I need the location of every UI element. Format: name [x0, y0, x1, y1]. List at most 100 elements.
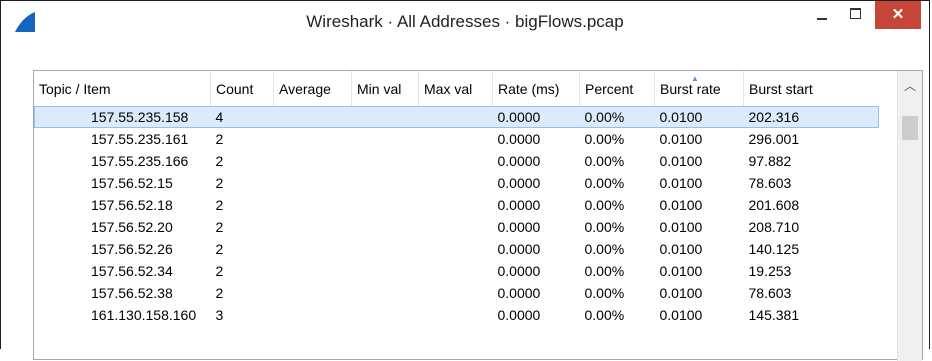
table-row[interactable]: 157.56.52.20 2 0.0000 0.00% 0.0100 208.710 [34, 216, 879, 238]
cell-burst-start: 145.381 [748, 307, 800, 323]
cell-min [351, 106, 419, 128]
cell-burst-rate: 0.0100 [659, 153, 703, 169]
cell-count: 3 [215, 307, 224, 323]
cell-average [274, 304, 352, 326]
cell-burst-start: 78.603 [748, 175, 792, 191]
table-row[interactable]: 157.56.52.34 2 0.0000 0.00% 0.0100 19.253 [34, 260, 879, 282]
cell-burst-start: 140.125 [748, 241, 800, 257]
table-row[interactable]: 157.56.52.18 2 0.0000 0.00% 0.0100 201.608 [34, 194, 879, 216]
cell-burst-rate: 0.0100 [654, 106, 744, 128]
cell-max [419, 128, 493, 150]
cell-percent: 0.00% [584, 219, 625, 235]
column-header-percent[interactable]: Percent [579, 71, 655, 106]
column-header-rate[interactable]: Rate (ms) [492, 71, 580, 106]
table-row[interactable]: 161.130.158.160 3 0.0000 0.00% 0.0100 145.381 [34, 304, 879, 326]
column-header-count[interactable]: Count [210, 71, 274, 106]
table-row[interactable]: 157.55.235.166 2 0.0000 0.00% 0.0100 97.882 [34, 150, 879, 172]
cell-count: 2 [215, 241, 224, 257]
minimize-button[interactable] [807, 1, 837, 31]
cell-min [352, 260, 419, 282]
table-row[interactable]: 157.56.52.15 2 0.0000 0.00% 0.0100 78.603 [34, 172, 879, 194]
cell-average [274, 150, 352, 172]
column-header-burst-start[interactable]: Burst start [744, 71, 880, 106]
cell-burst-rate: 0.0100 [659, 263, 703, 279]
cell-count: 2 [215, 175, 224, 191]
cell-burst-start: 19.253 [748, 263, 792, 279]
cell-min [352, 282, 419, 304]
chevron-up-icon[interactable]: ︿ [898, 77, 922, 94]
stats-tree[interactable]: Topic / Item Count Average Min val Max v… [33, 70, 923, 361]
column-header-min-val[interactable]: Min val [351, 71, 419, 106]
cell-item: 157.56.52.18 [91, 197, 173, 213]
column-header-max-val[interactable]: Max val [418, 71, 493, 106]
cell-average [274, 194, 352, 216]
cell-item: 157.56.52.34 [91, 263, 173, 279]
cell-count: 4 [210, 106, 274, 128]
cell-min [352, 304, 419, 326]
column-header-topic[interactable]: Topic / Item [34, 71, 211, 106]
header-row: Topic / Item Count Average Min val Max v… [34, 71, 879, 106]
cell-burst-rate: 0.0100 [659, 241, 703, 257]
cell-average [274, 282, 352, 304]
cell-min [352, 238, 419, 260]
cell-percent: 0.00% [584, 131, 625, 147]
cell-percent: 0.00% [584, 175, 625, 191]
cell-rate: 0.0000 [497, 175, 541, 191]
cell-percent: 0.00% [579, 106, 655, 128]
cell-rate: 0.0000 [497, 241, 541, 257]
cell-max [419, 194, 493, 216]
cell-burst-start: 201.608 [748, 197, 800, 213]
scroll-thumb[interactable] [902, 116, 918, 140]
cell-max [419, 172, 493, 194]
cell-count: 2 [215, 197, 224, 213]
cell-count: 2 [215, 153, 224, 169]
vertical-scrollbar[interactable]: ︿ [897, 71, 922, 361]
title-bar[interactable]: Wireshark · All Addresses · bigFlows.pca… [1, 1, 929, 41]
window-title: Wireshark · All Addresses · bigFlows.pca… [306, 12, 624, 31]
cell-min [352, 128, 419, 150]
cell-item: 157.55.235.161 [91, 131, 189, 147]
cell-average [274, 238, 352, 260]
cell-max [419, 150, 493, 172]
cell-max [419, 260, 493, 282]
column-header-average[interactable]: Average [273, 71, 352, 106]
cell-percent: 0.00% [584, 241, 625, 257]
cell-count: 2 [215, 285, 224, 301]
cell-rate: 0.0000 [497, 263, 541, 279]
cell-max [419, 282, 493, 304]
maximize-button[interactable] [841, 1, 871, 31]
cell-rate: 0.0000 [497, 197, 541, 213]
cell-item: 157.56.52.15 [91, 175, 173, 191]
cell-count: 2 [215, 131, 224, 147]
cell-item: 157.56.52.38 [91, 285, 173, 301]
close-button[interactable]: ✕ [875, 1, 921, 29]
cell-rate: 0.0000 [497, 285, 541, 301]
cell-average [274, 172, 352, 194]
cell-burst-rate: 0.0100 [659, 219, 703, 235]
table-row[interactable]: 157.56.52.38 2 0.0000 0.00% 0.0100 78.603 [34, 282, 879, 304]
cell-burst-start: 296.001 [748, 131, 800, 147]
cell-burst-start: 78.603 [748, 285, 792, 301]
cell-max [419, 304, 493, 326]
cell-percent: 0.00% [584, 307, 625, 323]
cell-burst-start: 202.316 [743, 106, 879, 128]
cell-min [352, 194, 419, 216]
column-header-burst-rate[interactable]: ▲ Burst rate [654, 71, 744, 106]
cell-item: 157.55.235.166 [91, 153, 189, 169]
cell-item: 157.56.52.20 [91, 219, 173, 235]
table-row[interactable]: 157.55.235.158 4 0.0000 0.00% 0.0100 202.316 [34, 106, 879, 128]
cell-rate: 0.0000 [497, 307, 541, 323]
cell-percent: 0.00% [584, 153, 625, 169]
cell-max [419, 238, 493, 260]
cell-burst-rate: 0.0100 [659, 307, 703, 323]
cell-min [352, 150, 419, 172]
cell-percent: 0.00% [584, 263, 625, 279]
cell-max [419, 216, 493, 238]
cell-average [274, 128, 352, 150]
cell-burst-rate: 0.0100 [659, 175, 703, 191]
table-row[interactable]: 157.56.52.26 2 0.0000 0.00% 0.0100 140.125 [34, 238, 879, 260]
table-row[interactable]: 157.55.235.161 2 0.0000 0.00% 0.0100 296.001 [34, 128, 879, 150]
stats-table: Topic / Item Count Average Min val Max v… [34, 71, 879, 326]
cell-min [352, 216, 419, 238]
cell-burst-start: 97.882 [748, 153, 792, 169]
